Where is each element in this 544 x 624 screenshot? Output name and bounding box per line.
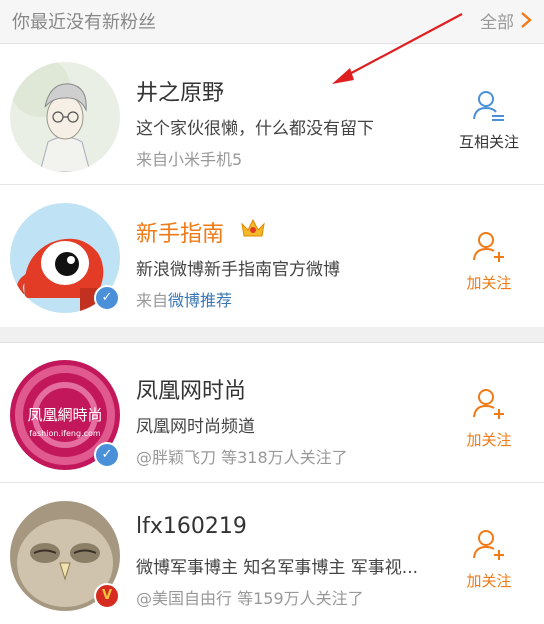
user-source: 来自小米手机5 [136, 150, 243, 169]
user-name[interactable]: lfx160219 [136, 514, 247, 539]
user-description: 微博军事博主 知名军事博主 军事视... [136, 558, 419, 578]
user-row[interactable]: V lfx160219 微博军事博主 知名军事博主 军事视... @美国自由行 … [0, 484, 544, 624]
source-link[interactable]: 微博推荐 [168, 291, 232, 310]
user-name[interactable]: 井之原野 [136, 75, 224, 107]
header-bar: 你最近没有新粉丝 全部 [0, 0, 544, 44]
follow-label: 加关注 [466, 572, 512, 590]
user-row[interactable]: 井之原野 这个家伙很懒，什么都没有留下 来自小米手机5 互相关注 [0, 45, 544, 185]
add-follow-button[interactable]: 加关注 [434, 186, 544, 326]
add-follow-icon [473, 389, 504, 419]
chevron-right-icon[interactable] [516, 8, 536, 32]
user-row[interactable]: ✓ 新手指南 新浪微博新手指南官方微博 来自微博推荐 加关注 [0, 186, 544, 326]
user-description: 这个家伙很懒，什么都没有留下 [136, 119, 374, 139]
user-row[interactable]: 凤凰網時尚 fashion.ifeng.com ✓ 凤凰网时尚 凤凰网时尚频道 … [0, 343, 544, 483]
mutual-follow-icon [473, 91, 504, 121]
view-all-link[interactable]: 全部 [480, 8, 514, 33]
avatar[interactable]: ✓ [10, 203, 120, 313]
user-source: @胖颖飞刀 等318万人关注了 [136, 448, 348, 467]
avatar-logo-subtext: fashion.ifeng.com [29, 429, 101, 438]
verified-badge-icon: ✓ [94, 442, 120, 468]
follow-label: 加关注 [466, 274, 512, 292]
section-divider [0, 327, 544, 343]
user-description: 凤凰网时尚频道 [136, 417, 255, 437]
avatar[interactable] [10, 62, 120, 172]
user-name[interactable]: 凤凰网时尚 [136, 373, 246, 405]
avatar-logo-text: 凤凰網時尚 [27, 406, 102, 424]
user-source: @美国自由行 等159万人关注了 [136, 589, 364, 608]
add-follow-button[interactable]: 加关注 [434, 484, 544, 624]
follow-label: 加关注 [466, 431, 512, 449]
mutual-follow-button[interactable]: 互相关注 [434, 45, 544, 185]
add-follow-button[interactable]: 加关注 [434, 343, 544, 483]
follow-label: 互相关注 [458, 133, 519, 151]
user-description: 新浪微博新手指南官方微博 [136, 260, 340, 280]
user-name[interactable]: 新手指南 [136, 216, 224, 248]
user-source: 来自微博推荐 [136, 291, 233, 310]
avatar[interactable]: 凤凰網時尚 fashion.ifeng.com ✓ [10, 360, 120, 470]
add-follow-icon [473, 530, 504, 560]
vip-badge-icon: V [94, 583, 120, 609]
verified-badge-icon: ✓ [94, 285, 120, 311]
header-title: 你最近没有新粉丝 [12, 12, 156, 33]
avatar[interactable]: V [10, 501, 120, 611]
crown-icon [241, 218, 265, 237]
add-follow-icon [473, 232, 504, 262]
